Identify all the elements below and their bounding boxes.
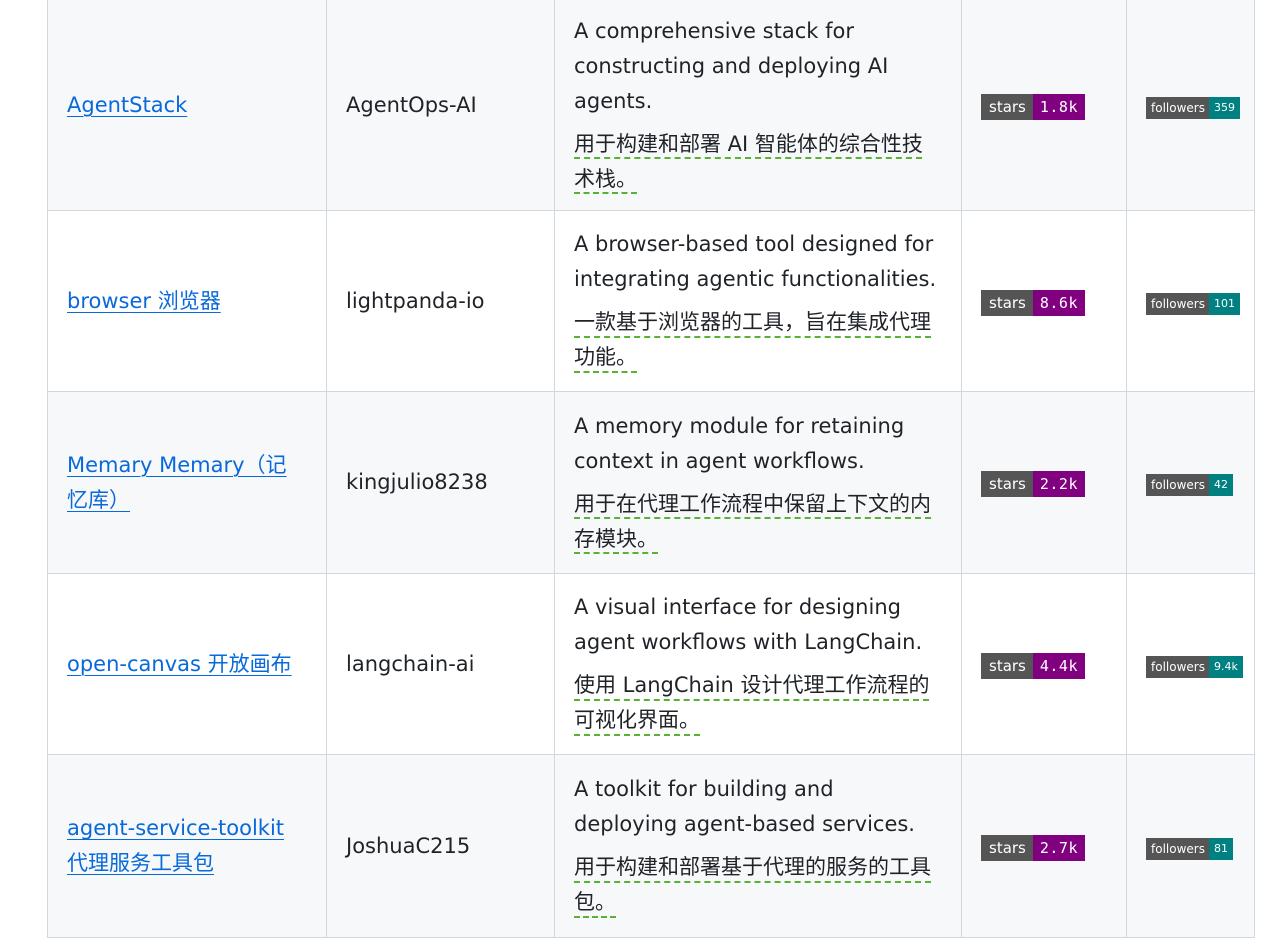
followers-badge[interactable]: followers 9.4k (1146, 655, 1243, 678)
stars-badge[interactable]: stars 2.7k (981, 834, 1085, 861)
repo-link[interactable]: Memary Memary（记忆库） (67, 453, 287, 512)
table-row: AgentStack AgentOps-AI A comprehensive s… (47, 0, 1255, 211)
owner-cell: kingjulio8238 (326, 391, 555, 574)
description-en: A comprehensive stack for constructing a… (574, 18, 889, 113)
description-zh-text: 用于在代理工作流程中保留上下文的内存模块。 (574, 491, 931, 551)
owner-cell: langchain-ai (326, 573, 555, 755)
table-row: Memary Memary（记忆库） kingjulio8238 A memor… (47, 391, 1255, 574)
stars-cell: stars 1.8k (961, 0, 1127, 211)
description-en: A visual interface for designing agent w… (574, 595, 923, 654)
description-zh: 用于在代理工作流程中保留上下文的内存模块。 (574, 487, 942, 557)
table-row: browser 浏览器 lightpanda-io A browser-base… (47, 210, 1255, 392)
description-cell: A visual interface for designing agent w… (554, 573, 962, 755)
description-zh: 一款基于浏览器的工具，旨在集成代理功能。 (574, 305, 942, 375)
repo-link[interactable]: agent-service-toolkit 代理服务工具包 (67, 816, 284, 875)
description-zh-text: 用于构建和部署基于代理的服务的工具包。 (574, 855, 931, 914)
description-cell: A comprehensive stack for constructing a… (554, 0, 962, 211)
table-row: open-canvas 开放画布 langchain-ai A visual i… (47, 573, 1255, 755)
followers-cell: followers 9.4k (1126, 573, 1255, 755)
description-zh: 使用 LangChain 设计代理工作流程的可视化界面。 (574, 668, 942, 738)
description-cell: A memory module for retaining context in… (554, 391, 962, 574)
stars-badge-value: 8.6k (1032, 289, 1085, 316)
followers-cell: followers 359 (1126, 0, 1255, 211)
owner-cell: AgentOps-AI (326, 0, 555, 211)
owner-cell: JoshuaC215 (326, 754, 555, 938)
followers-badge[interactable]: followers 81 (1146, 837, 1233, 860)
repo-name-cell: open-canvas 开放画布 (47, 573, 327, 755)
followers-badge-value: 81 (1208, 837, 1233, 860)
repo-name-cell: AgentStack (47, 0, 327, 211)
followers-badge[interactable]: followers 359 (1146, 96, 1240, 119)
followers-badge-label: followers (1146, 655, 1209, 678)
stars-badge-value: 4.4k (1032, 652, 1085, 679)
repo-name-cell: browser 浏览器 (47, 210, 327, 392)
stars-badge-value: 2.7k (1032, 834, 1085, 861)
stars-cell: stars 2.7k (961, 754, 1127, 938)
description-zh: 用于构建和部署基于代理的服务的工具包。 (574, 850, 942, 920)
description-zh: 用于构建和部署 AI 智能体的综合性技术栈。 (574, 127, 942, 197)
followers-badge-value: 9.4k (1208, 655, 1243, 678)
stars-cell: stars 4.4k (961, 573, 1127, 755)
stars-badge-label: stars (981, 652, 1033, 679)
followers-cell: followers 81 (1126, 754, 1255, 938)
repo-link[interactable]: browser 浏览器 (67, 289, 221, 313)
stars-badge-label: stars (981, 834, 1033, 861)
stars-badge[interactable]: stars 4.4k (981, 652, 1085, 679)
stars-badge-label: stars (981, 471, 1033, 497)
followers-cell: followers 101 (1126, 210, 1255, 392)
stars-badge[interactable]: stars 1.8k (981, 93, 1085, 120)
followers-badge-label: followers (1146, 474, 1209, 496)
description-zh-text: 一款基于浏览器的工具，旨在集成代理功能。 (574, 310, 931, 369)
repo-link[interactable]: AgentStack (67, 93, 187, 117)
stars-badge-value: 2.2k (1032, 471, 1085, 497)
repo-table: AgentStack AgentOps-AI A comprehensive s… (47, 0, 1255, 938)
followers-cell: followers 42 (1126, 391, 1255, 574)
repo-name-cell: agent-service-toolkit 代理服务工具包 (47, 754, 327, 938)
followers-badge-value: 42 (1208, 474, 1233, 496)
description-cell: A toolkit for building and deploying age… (554, 754, 962, 938)
followers-badge-value: 359 (1208, 96, 1240, 119)
stars-cell: stars 2.2k (961, 391, 1127, 574)
description-en: A browser-based tool designed for integr… (574, 232, 937, 291)
description-en: A toolkit for building and deploying age… (574, 777, 915, 836)
repo-link[interactable]: open-canvas 开放画布 (67, 652, 292, 676)
repo-name-cell: Memary Memary（记忆库） (47, 391, 327, 574)
owner-cell: lightpanda-io (326, 210, 555, 392)
followers-badge-label: followers (1146, 96, 1209, 119)
stars-badge[interactable]: stars 8.6k (981, 289, 1085, 316)
stars-badge-label: stars (981, 93, 1033, 120)
table-row: agent-service-toolkit 代理服务工具包 JoshuaC215… (47, 754, 1255, 938)
stars-badge-label: stars (981, 289, 1033, 316)
followers-badge-value: 101 (1208, 292, 1240, 315)
followers-badge[interactable]: followers 42 (1146, 474, 1233, 496)
stars-cell: stars 8.6k (961, 210, 1127, 392)
followers-badge-label: followers (1146, 292, 1209, 315)
stars-badge[interactable]: stars 2.2k (981, 471, 1085, 497)
description-zh-text: 用于构建和部署 AI 智能体的综合性技术栈。 (574, 131, 923, 191)
description-en: A memory module for retaining context in… (574, 413, 905, 473)
followers-badge-label: followers (1146, 837, 1209, 860)
followers-badge[interactable]: followers 101 (1146, 292, 1240, 315)
description-cell: A browser-based tool designed for integr… (554, 210, 962, 392)
stars-badge-value: 1.8k (1032, 93, 1085, 120)
description-zh-text: 使用 LangChain 设计代理工作流程的可视化界面。 (574, 673, 930, 732)
